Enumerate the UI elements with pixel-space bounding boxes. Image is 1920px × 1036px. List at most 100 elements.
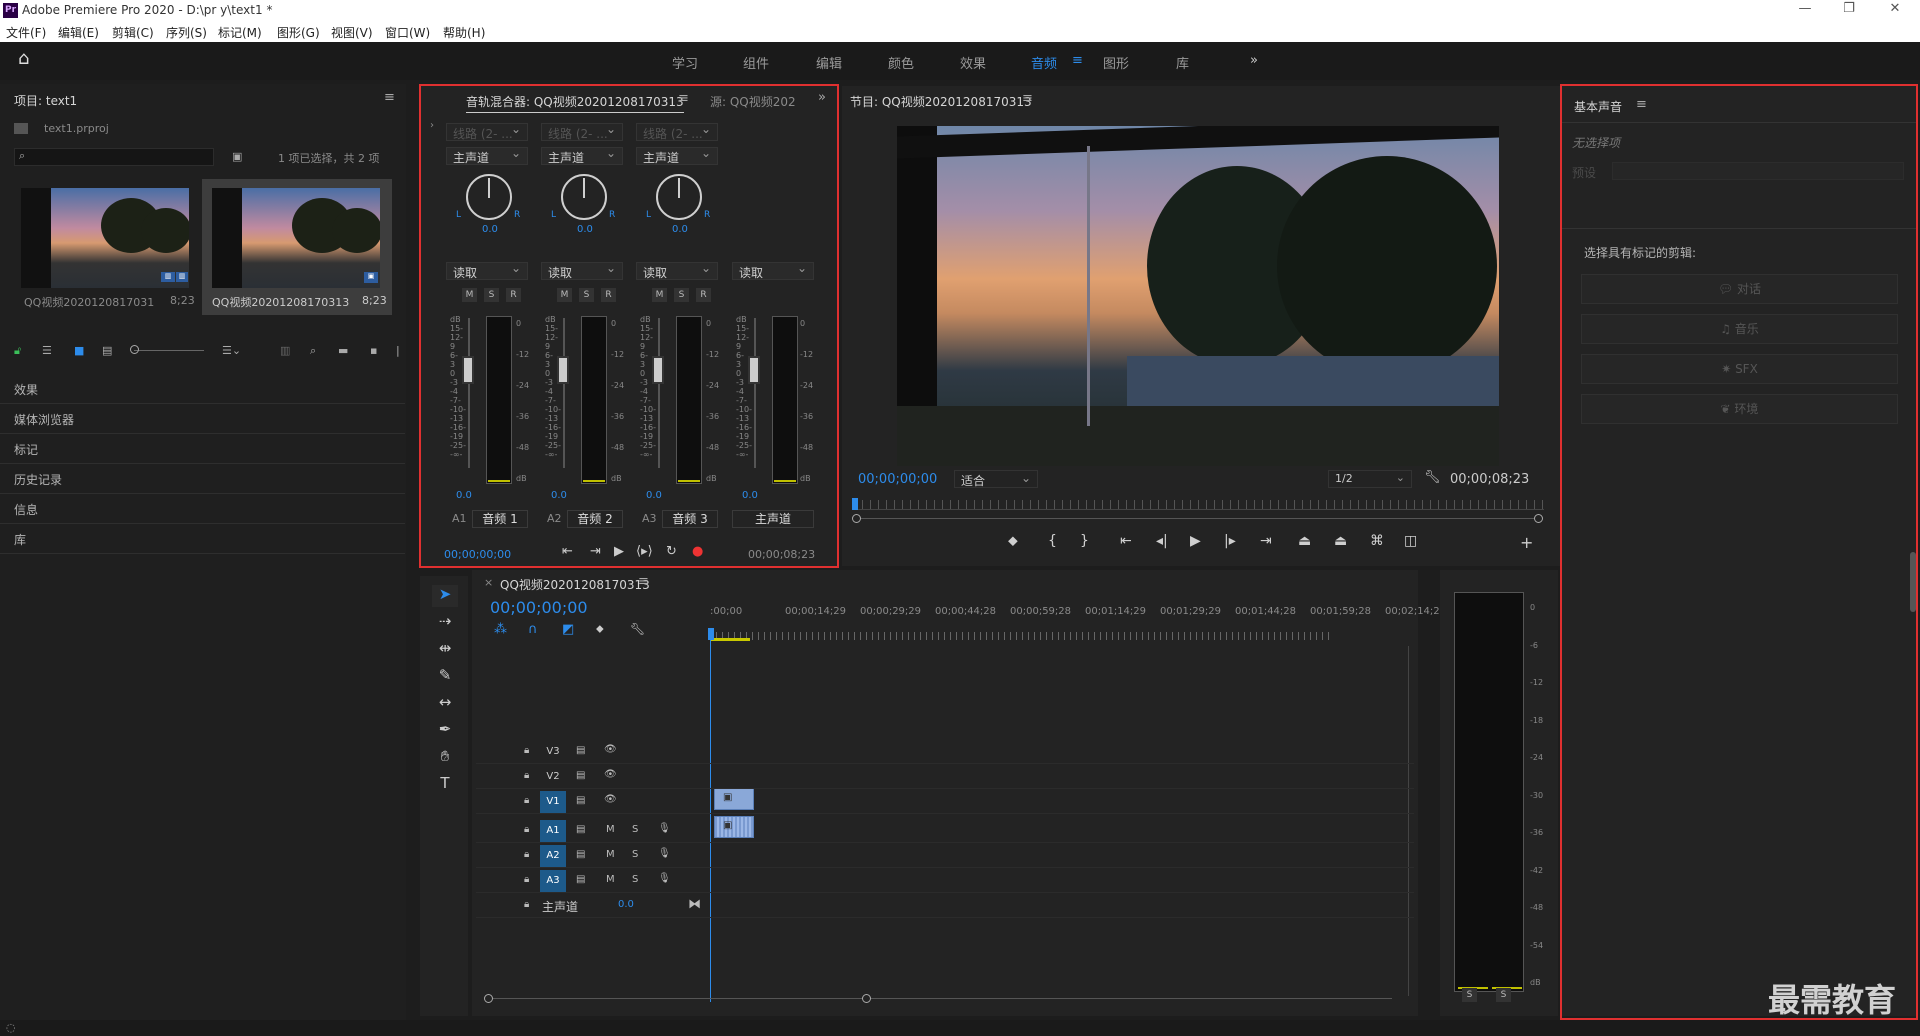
output-select[interactable]: 主声道 — [446, 146, 528, 165]
solo-button[interactable]: S — [484, 288, 499, 302]
h-scroll-handle-left[interactable] — [484, 994, 493, 1003]
sync-lock-icon[interactable]: ▤ — [576, 745, 585, 756]
program-playhead[interactable] — [852, 498, 858, 510]
sort-icon[interactable]: ☰⌄ — [222, 344, 241, 357]
close-button[interactable]: ✕ — [1880, 1, 1910, 21]
go-to-in-icon[interactable]: ⇤ — [562, 544, 573, 559]
zoom-slider[interactable] — [134, 350, 204, 351]
output-select[interactable]: 主声道 — [636, 146, 718, 165]
horizontal-scrollbar[interactable] — [488, 998, 1392, 999]
lock-track-icon[interactable]: 🔒︎ — [524, 824, 529, 835]
hand-tool-icon[interactable]: ✋︎ — [432, 747, 458, 769]
mute-track-button[interactable]: M — [606, 849, 615, 860]
mixer-time-start[interactable]: 00;00;00;00 — [444, 548, 511, 561]
play-in-to-out-icon[interactable]: ⟨▸⟩ — [636, 544, 653, 559]
project-title[interactable]: 项目: text1 — [14, 92, 77, 109]
timeline-menu-icon[interactable]: ≡ — [638, 574, 649, 589]
timeline-timecode[interactable]: 00;00;00;00 — [490, 598, 588, 617]
panel-info[interactable]: 信息 — [0, 494, 405, 524]
eye-icon[interactable]: 👁︎ — [604, 744, 617, 755]
video-track-row[interactable]: 🔒︎ V1 ▤ 👁︎ — [476, 790, 1414, 814]
zoom-level-dropdown[interactable]: 适合 ⌄ — [954, 470, 1038, 488]
microphone-icon[interactable]: 🎙︎ — [658, 873, 671, 884]
button-editor-icon[interactable]: + — [1520, 533, 1533, 552]
automation-mode-select[interactable]: 读取 — [541, 261, 623, 280]
panel-media-browser[interactable]: 媒体浏览器 — [0, 404, 405, 434]
clear-icon[interactable]: | — [396, 344, 400, 357]
mute-button[interactable]: M — [557, 288, 572, 302]
sync-lock-icon[interactable]: ▤ — [576, 824, 585, 835]
workspace-tab-effects[interactable]: 效果 — [960, 53, 986, 72]
freeform-view-icon[interactable]: ▤ — [102, 344, 112, 357]
volume-fader[interactable] — [557, 356, 569, 384]
add-marker-icon[interactable]: ⬥ — [596, 622, 604, 636]
volume-value[interactable]: 0.0 — [456, 490, 472, 501]
menu-window[interactable]: 窗口(W) — [385, 24, 430, 41]
solo-right-button[interactable]: S — [1496, 988, 1511, 1002]
record-button[interactable]: R — [696, 288, 711, 302]
lock-icon[interactable]: 🔓︎ — [14, 344, 21, 358]
preset-dropdown[interactable] — [1612, 162, 1904, 180]
go-to-out-icon[interactable]: ⇥ — [590, 544, 601, 559]
expand-arrow-icon[interactable]: › — [430, 120, 434, 131]
mute-track-button[interactable]: M — [606, 874, 615, 885]
volume-value[interactable]: 0.0 — [646, 490, 662, 501]
new-item-icon[interactable]: ▪ — [370, 344, 377, 357]
mark-out-icon[interactable]: } — [1080, 533, 1089, 549]
close-tab-icon[interactable]: × — [484, 576, 493, 589]
menu-clip[interactable]: 剪辑(C) — [112, 24, 154, 41]
workspace-tab-editing[interactable]: 编辑 — [816, 53, 842, 72]
go-to-in-icon[interactable]: ⇤ — [1120, 533, 1132, 549]
mixer-menu-icon[interactable]: ≡ — [678, 91, 689, 106]
find-icon[interactable]: ⌕ — [310, 344, 316, 358]
menu-sequence[interactable]: 序列(S) — [166, 24, 207, 41]
zoom-bar-handle-left[interactable] — [852, 514, 861, 523]
home-icon[interactable]: ⌂ — [18, 48, 29, 69]
source-monitor-tab[interactable]: 源: QQ视频202 — [710, 93, 796, 110]
pan-value[interactable]: 0.0 — [672, 224, 688, 235]
video-track-row[interactable]: 🔒︎ V2 ▤ 👁︎ — [476, 765, 1414, 789]
workspace-overflow-icon[interactable]: » — [1250, 53, 1258, 68]
panel-overflow-icon[interactable]: » — [818, 90, 826, 105]
extract-icon[interactable]: ⏏︎ — [1334, 533, 1347, 549]
output-select[interactable]: 主声道 — [541, 146, 623, 165]
automation-mode-select[interactable]: 读取 — [446, 261, 528, 280]
program-menu-icon[interactable]: ≡ — [1022, 91, 1033, 106]
mute-button[interactable]: M — [652, 288, 667, 302]
program-zoom-bar[interactable] — [854, 518, 1536, 519]
volume-value[interactable]: 0.0 — [551, 490, 567, 501]
audio-track-row[interactable]: 🔒︎ A3 ▤ M S 🎙︎ — [476, 869, 1414, 893]
workspace-tab-graphics[interactable]: 图形 — [1103, 53, 1129, 72]
lock-track-icon[interactable]: 🔒︎ — [524, 849, 529, 860]
menu-marker[interactable]: 标记(M) — [218, 24, 262, 41]
lock-track-icon[interactable]: 🔒︎ — [524, 899, 529, 910]
go-to-out-icon[interactable]: ⇥ — [1260, 533, 1272, 549]
volume-value[interactable]: 0.0 — [742, 490, 758, 501]
find-bin-icon[interactable]: ▣ — [232, 150, 242, 163]
zoom-slider-handle[interactable] — [130, 345, 139, 354]
zoom-bar-handle-right[interactable] — [1534, 514, 1543, 523]
razor-tool-icon[interactable]: ✎ — [432, 666, 458, 688]
selection-tool-icon[interactable]: ➤ — [432, 585, 458, 607]
audio-track-row[interactable]: 🔒︎ A2 ▤ M S 🎙︎ — [476, 844, 1414, 868]
master-track-row[interactable]: 🔒︎ 主声道 0.0 ⧓ — [476, 894, 1414, 918]
workspace-tab-assembly[interactable]: 组件 — [743, 53, 769, 72]
new-bin-icon[interactable]: ▬ — [338, 344, 348, 357]
export-frame-icon[interactable]: ⌘ — [1370, 533, 1384, 549]
volume-fader[interactable] — [748, 356, 760, 384]
comparison-view-icon[interactable]: ◫ — [1404, 533, 1417, 549]
mark-in-icon[interactable]: { — [1048, 533, 1057, 549]
ripple-edit-tool-icon[interactable]: ⇹ — [432, 639, 458, 661]
program-playhead-timecode[interactable]: 00;00;00;00 — [858, 472, 937, 487]
solo-track-button[interactable]: S — [632, 874, 638, 885]
audio-track-row[interactable]: 🔒︎ A1 ▤ M S 🎙︎ — [476, 819, 1414, 843]
record-button[interactable]: R — [601, 288, 616, 302]
essential-sound-menu-icon[interactable]: ≡ — [1636, 97, 1647, 112]
project-menu-icon[interactable]: ≡ — [384, 90, 395, 105]
menu-file[interactable]: 文件(F) — [6, 24, 46, 41]
nest-icon[interactable]: ⁂ — [494, 622, 507, 637]
workspace-tab-libraries[interactable]: 库 — [1176, 53, 1189, 72]
menu-help[interactable]: 帮助(H) — [443, 24, 485, 41]
resolution-dropdown[interactable]: 1/2 ⌄ — [1328, 470, 1412, 488]
pan-value[interactable]: 0.0 — [482, 224, 498, 235]
